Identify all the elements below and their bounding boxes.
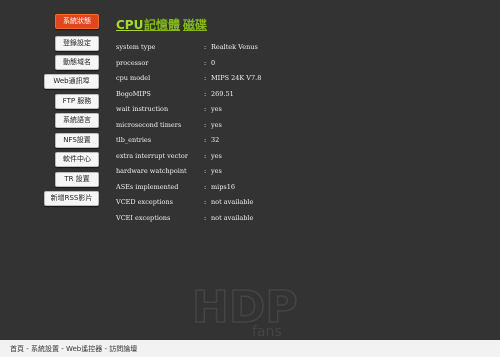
sidebar-item-label: TR 設置 bbox=[64, 175, 90, 183]
info-key: BogoMIPS bbox=[116, 89, 151, 98]
info-value: Realtek Venus bbox=[211, 43, 258, 51]
info-key: tlb_entries bbox=[116, 136, 152, 144]
sidebar-item-label: 新增RSS影片 bbox=[50, 194, 93, 202]
sidebar-item-ftp-service[interactable]: FTP 服務 bbox=[55, 94, 99, 109]
sidebar-item-label: 軟件中心 bbox=[63, 155, 91, 163]
info-key: VCED exceptions bbox=[116, 198, 173, 206]
sidebar-item-web-port[interactable]: Web通訊埠 bbox=[44, 74, 99, 89]
info-separator: : bbox=[204, 89, 207, 98]
info-key: processor bbox=[116, 58, 149, 67]
sidebar-item-label: Web通訊埠 bbox=[53, 77, 90, 85]
info-value: 0 bbox=[211, 58, 216, 67]
tab-cpu[interactable]: CPU bbox=[116, 17, 143, 33]
sidebar-item-label: 系統語言 bbox=[63, 116, 91, 124]
sidebar: 系統狀態 登錄設定 動態域名 Web通訊埠 FTP 服務 系統語言 NFS設置 … bbox=[0, 0, 100, 340]
info-separator: : bbox=[204, 43, 207, 51]
info-separator: : bbox=[204, 198, 207, 206]
info-separator: : bbox=[204, 120, 207, 129]
info-separator: : bbox=[204, 182, 207, 191]
info-separator: : bbox=[204, 105, 207, 113]
info-separator: : bbox=[204, 74, 207, 82]
info-separator: : bbox=[204, 58, 207, 67]
info-value: yes bbox=[211, 120, 222, 129]
sidebar-item-system-status[interactable]: 系統狀態 bbox=[55, 14, 99, 29]
info-separator: : bbox=[204, 213, 207, 222]
info-separator: : bbox=[204, 167, 207, 175]
sidebar-item-label: 動態域名 bbox=[63, 58, 91, 66]
sidebar-item-label: NFS設置 bbox=[63, 136, 91, 144]
sidebar-item-add-rss[interactable]: 新增RSS影片 bbox=[44, 191, 99, 206]
info-value: yes bbox=[211, 105, 222, 113]
info-separator: : bbox=[204, 136, 207, 144]
sidebar-item-nfs-settings[interactable]: NFS設置 bbox=[55, 133, 99, 148]
hdp-fans-watermark-logo: HDP fans bbox=[191, 281, 298, 340]
info-key: ASEs implemented bbox=[116, 182, 179, 191]
sidebar-item-system-language[interactable]: 系統語言 bbox=[55, 113, 99, 128]
info-value: not available bbox=[211, 198, 254, 206]
info-key: hardware watchpoint bbox=[116, 167, 187, 175]
watermark-logo-text: HDP bbox=[192, 282, 298, 333]
tab-memory[interactable]: 記憶體 bbox=[144, 17, 180, 33]
info-value: MIPS 24K V7.8 bbox=[211, 74, 262, 82]
sidebar-item-label: 登錄設定 bbox=[63, 39, 91, 47]
info-key: system type bbox=[116, 43, 156, 51]
info-key: cpu model bbox=[116, 74, 151, 82]
footer-breadcrumb[interactable]: 首頁 - 系統設置 - Web遙控器 - 訪問論壇 bbox=[10, 343, 137, 355]
info-value: mips16 bbox=[211, 182, 236, 191]
sidebar-item-dynamic-dns[interactable]: 動態域名 bbox=[55, 55, 99, 70]
info-separator: : bbox=[204, 151, 207, 160]
sidebar-item-label: 系統狀態 bbox=[63, 17, 91, 25]
sidebar-item-label: FTP 服務 bbox=[62, 97, 92, 105]
watermark-sub-text: fans bbox=[252, 324, 282, 340]
sidebar-item-software-center[interactable]: 軟件中心 bbox=[55, 152, 99, 167]
info-key: extra interrupt vector bbox=[116, 151, 188, 160]
info-key: wait instruction bbox=[116, 105, 169, 113]
info-value: 269.51 bbox=[211, 89, 234, 98]
tab-disk[interactable]: 磁碟 bbox=[183, 17, 207, 33]
info-value: yes bbox=[211, 167, 222, 175]
info-value: not available bbox=[211, 213, 254, 222]
sidebar-item-tr-settings[interactable]: TR 設置 bbox=[55, 172, 99, 187]
info-key: VCEI exceptions bbox=[116, 213, 171, 222]
info-value: 32 bbox=[211, 136, 220, 144]
main-panel: 系統狀態 登錄設定 動態域名 Web通訊埠 FTP 服務 系統語言 NFS設置 … bbox=[0, 0, 500, 340]
info-key: microsecond timers bbox=[116, 120, 182, 129]
sidebar-item-login-settings[interactable]: 登錄設定 bbox=[55, 36, 99, 51]
info-value: yes bbox=[211, 151, 222, 160]
